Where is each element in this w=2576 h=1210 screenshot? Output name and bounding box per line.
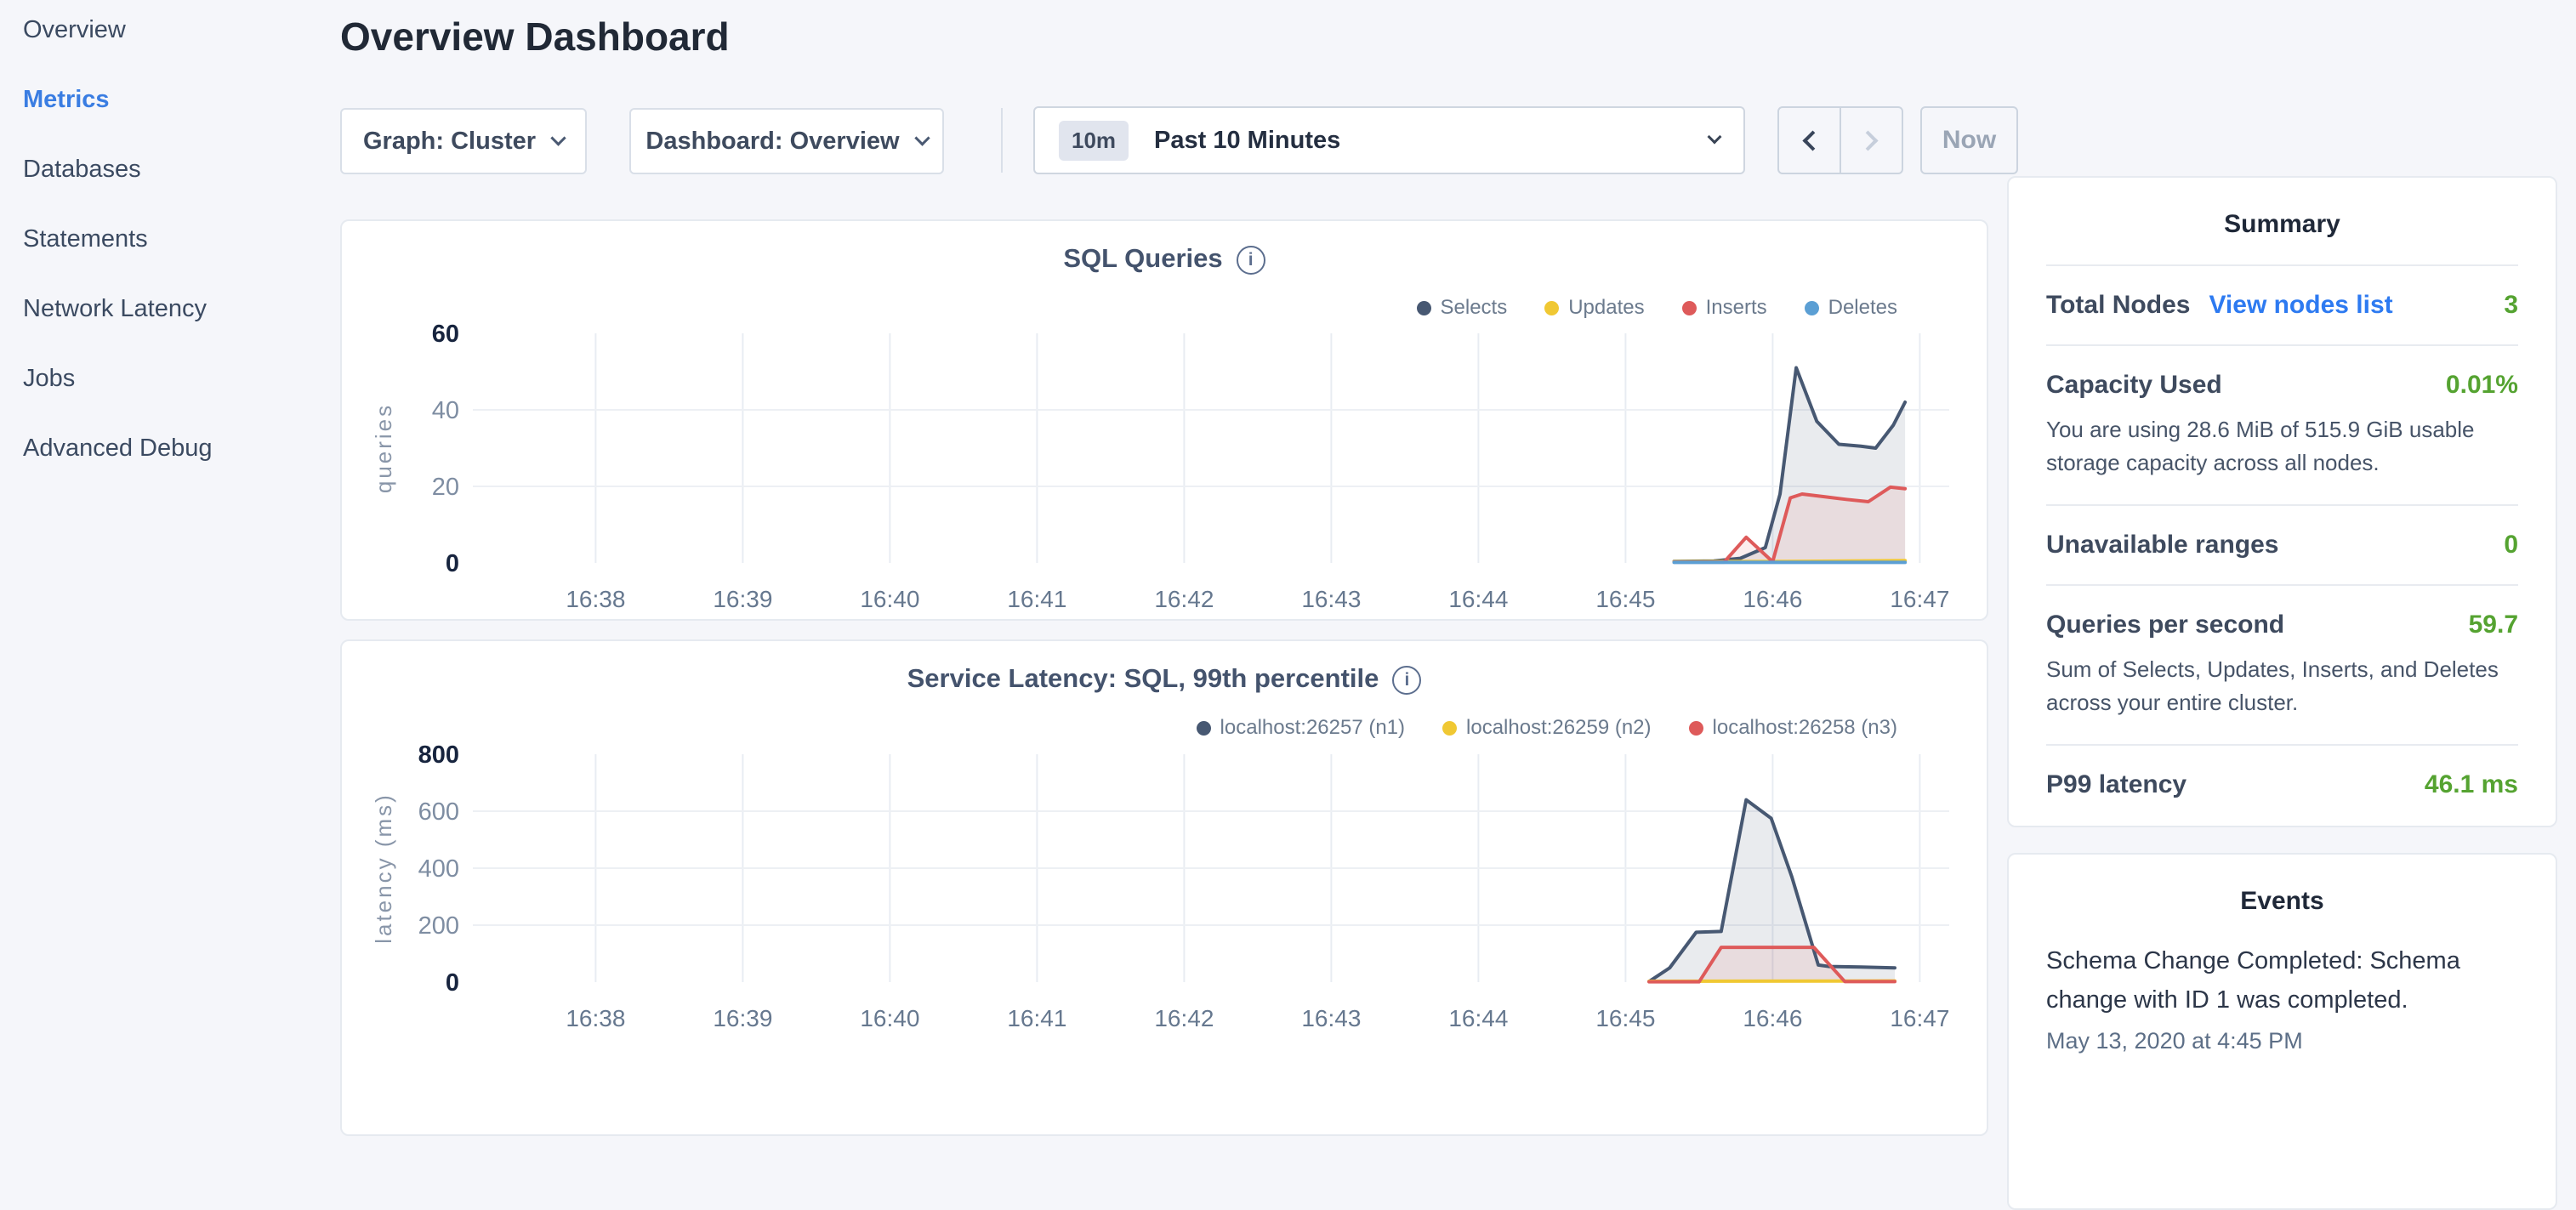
chevron-down-icon — [550, 130, 566, 145]
graph-scope-dropdown[interactable]: Graph: Cluster — [340, 108, 587, 174]
sidebar-item-statements[interactable]: Statements — [23, 226, 213, 252]
sidebar-item-network-latency[interactable]: Network Latency — [23, 296, 213, 321]
sql-queries-chart-card: SQL Queriesi SelectsUpdatesInsertsDelete… — [340, 219, 1988, 621]
svg-text:16:47: 16:47 — [1890, 1005, 1949, 1031]
sidebar-item-advanced-debug[interactable]: Advanced Debug — [23, 435, 213, 461]
now-button[interactable]: Now — [1920, 106, 2018, 174]
svg-text:16:44: 16:44 — [1448, 1005, 1508, 1031]
summary-row-value: 46.1 ms — [2425, 770, 2518, 799]
service-latency-chart-card: Service Latency: SQL, 99th percentilei l… — [340, 639, 1988, 1136]
events-panel: Events Schema Change Completed: Schema c… — [2007, 853, 2557, 1210]
svg-text:0: 0 — [446, 969, 459, 997]
svg-text:16:42: 16:42 — [1154, 586, 1214, 612]
summary-row-capacity-used: Capacity Used 0.01% You are using 28.6 M… — [2046, 344, 2518, 504]
summary-row-total-nodes: Total Nodes View nodes list 3 — [2046, 264, 2518, 344]
events-panel-title: Events — [2046, 887, 2518, 916]
summary-row-label: Queries per second — [2046, 611, 2284, 639]
svg-text:400: 400 — [418, 855, 459, 883]
svg-text:16:42: 16:42 — [1154, 1005, 1214, 1031]
svg-text:16:41: 16:41 — [1007, 586, 1066, 612]
summary-row-value: 0.01% — [2446, 371, 2518, 400]
summary-row-label: P99 latency — [2046, 770, 2186, 799]
summary-panel: Summary Total Nodes View nodes list 3 Ca… — [2007, 176, 2557, 827]
summary-row-label: Unavailable ranges — [2046, 531, 2278, 560]
summary-row-label: Total Nodes — [2046, 291, 2190, 320]
sidebar-item-databases[interactable]: Databases — [23, 156, 213, 182]
summary-row-value: 0 — [2504, 531, 2518, 560]
summary-row-unavailable-ranges: Unavailable ranges 0 — [2046, 504, 2518, 584]
view-nodes-list-link[interactable]: View nodes list — [2209, 291, 2392, 320]
overview-dashboard-page: { "page": { "title": "Overview Dashboard… — [0, 0, 2576, 1051]
svg-text:16:40: 16:40 — [860, 1005, 919, 1031]
graph-scope-dropdown-label: Graph: Cluster — [363, 128, 536, 156]
svg-text:0: 0 — [446, 550, 459, 577]
svg-text:16:44: 16:44 — [1448, 586, 1508, 612]
svg-text:60: 60 — [432, 321, 459, 348]
summary-row-value: 3 — [2504, 291, 2518, 320]
summary-row-value: 59.7 — [2469, 611, 2518, 639]
svg-text:16:39: 16:39 — [713, 1005, 772, 1031]
time-range-dropdown[interactable]: 10m Past 10 Minutes — [1033, 106, 1745, 174]
summary-row-description: Sum of Selects, Updates, Inserts, and De… — [2046, 653, 2518, 719]
svg-text:16:47: 16:47 — [1890, 586, 1949, 612]
sidebar-item-overview[interactable]: Overview — [23, 17, 213, 43]
chevron-down-icon — [914, 130, 930, 145]
dashboard-dropdown-label: Dashboard: Overview — [645, 128, 899, 156]
svg-text:16:38: 16:38 — [566, 586, 625, 612]
time-step-buttons — [1777, 106, 1903, 174]
svg-text:20: 20 — [432, 474, 459, 501]
event-timestamp: May 13, 2020 at 4:45 PM — [2046, 1028, 2518, 1054]
time-step-forward-button[interactable] — [1841, 108, 1902, 173]
sidebar-item-jobs[interactable]: Jobs — [23, 366, 213, 391]
svg-text:16:38: 16:38 — [566, 1005, 625, 1031]
svg-text:16:46: 16:46 — [1743, 1005, 1802, 1031]
svg-text:600: 600 — [418, 798, 459, 826]
time-range-badge: 10m — [1059, 121, 1129, 161]
chevron-left-icon — [1802, 130, 1823, 151]
svg-text:16:39: 16:39 — [713, 586, 772, 612]
svg-text:16:43: 16:43 — [1301, 586, 1361, 612]
svg-text:16:45: 16:45 — [1595, 586, 1655, 612]
page-title: Overview Dashboard — [340, 14, 730, 60]
svg-text:200: 200 — [418, 912, 459, 940]
dashboard-dropdown[interactable]: Dashboard: Overview — [629, 108, 944, 174]
summary-row-p99-latency: P99 latency 46.1 ms — [2046, 744, 2518, 824]
sidebar-nav: Overview Metrics Databases Statements Ne… — [23, 17, 213, 461]
svg-text:16:43: 16:43 — [1301, 1005, 1361, 1031]
svg-text:16:45: 16:45 — [1595, 1005, 1655, 1031]
summary-panel-title: Summary — [2046, 210, 2518, 239]
svg-text:16:41: 16:41 — [1007, 1005, 1066, 1031]
summary-row-description: You are using 28.6 MiB of 515.9 GiB usab… — [2046, 413, 2518, 480]
service-latency-chart: 16:38 16:39 16:40 16:41 16:42 16:43 16:44 16:45… — [342, 641, 1990, 1138]
svg-text:queries: queries — [371, 403, 396, 493]
svg-text:latency (ms): latency (ms) — [371, 792, 396, 944]
svg-text:800: 800 — [418, 741, 459, 769]
svg-text:40: 40 — [432, 397, 459, 424]
chevron-down-icon — [1708, 130, 1722, 145]
time-range-label: Past 10 Minutes — [1154, 127, 1340, 155]
event-list-item[interactable]: Schema Change Completed: Schema change w… — [2046, 941, 2518, 1054]
svg-text:16:40: 16:40 — [860, 586, 919, 612]
svg-text:16:46: 16:46 — [1743, 586, 1802, 612]
chevron-right-icon — [1857, 130, 1878, 151]
event-text: Schema Change Completed: Schema change w… — [2046, 941, 2518, 1020]
time-step-back-button[interactable] — [1779, 108, 1841, 173]
controls-divider — [1001, 108, 1003, 173]
summary-row-queries-per-second: Queries per second 59.7 Sum of Selects, … — [2046, 584, 2518, 744]
sql-queries-chart: 16:38 16:39 16:40 16:41 16:42 16:43 16:44 16:45… — [342, 221, 1990, 622]
sidebar-item-metrics[interactable]: Metrics — [23, 87, 213, 112]
summary-row-label: Capacity Used — [2046, 371, 2222, 400]
